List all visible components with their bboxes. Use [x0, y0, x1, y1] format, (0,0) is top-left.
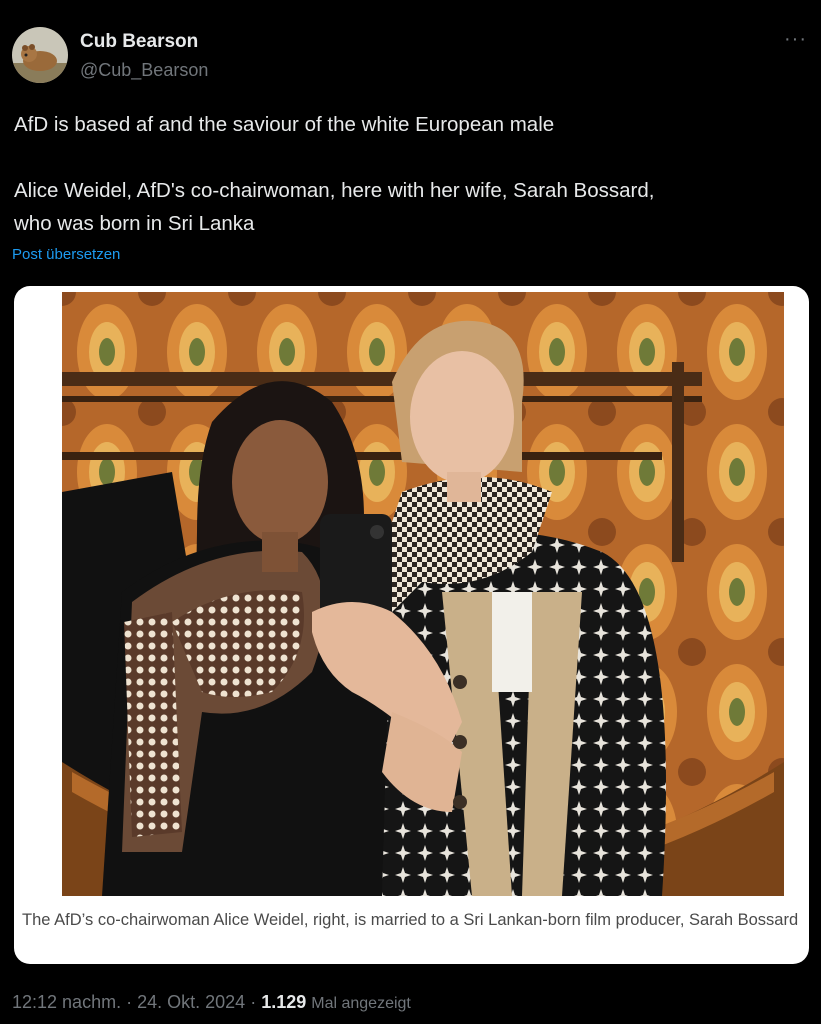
attached-photo[interactable]	[62, 292, 784, 896]
photo-caption: The AfD’s co-chairwoman Alice Weidel, ri…	[22, 911, 799, 929]
tweet-line: Alice Weidel, AfD's co-chairwoman, here …	[14, 179, 655, 202]
translate-post-link[interactable]: Post übersetzen	[12, 246, 120, 263]
photo-illustration	[62, 292, 784, 896]
tweet-text: AfD is based af and the saviour of the w…	[14, 108, 804, 240]
avatar-image	[12, 27, 68, 83]
post-date[interactable]: 24. Okt. 2024	[137, 992, 245, 1012]
author-display-name[interactable]: Cub Bearson	[80, 31, 198, 53]
more-options-icon[interactable]: ···	[784, 28, 807, 51]
tweet-line: AfD is based af and the saviour of the w…	[14, 113, 555, 136]
post-time[interactable]: 12:12 nachm.	[12, 992, 121, 1012]
separator-dot: ·	[126, 992, 138, 1012]
media-card[interactable]: The AfD’s co-chairwoman Alice Weidel, ri…	[14, 286, 809, 964]
tweet-line: who was born in Sri Lanka	[14, 212, 255, 235]
avatar[interactable]	[12, 27, 68, 83]
author-handle[interactable]: @Cub_Bearson	[80, 60, 208, 81]
views-label: Mal angezeigt	[311, 995, 411, 1012]
views-count: 1.129	[261, 992, 307, 1012]
separator-dot: ·	[250, 992, 262, 1012]
post-meta: 12:12 nachm. · 24. Okt. 2024 · 1.129 Mal…	[12, 992, 411, 1013]
